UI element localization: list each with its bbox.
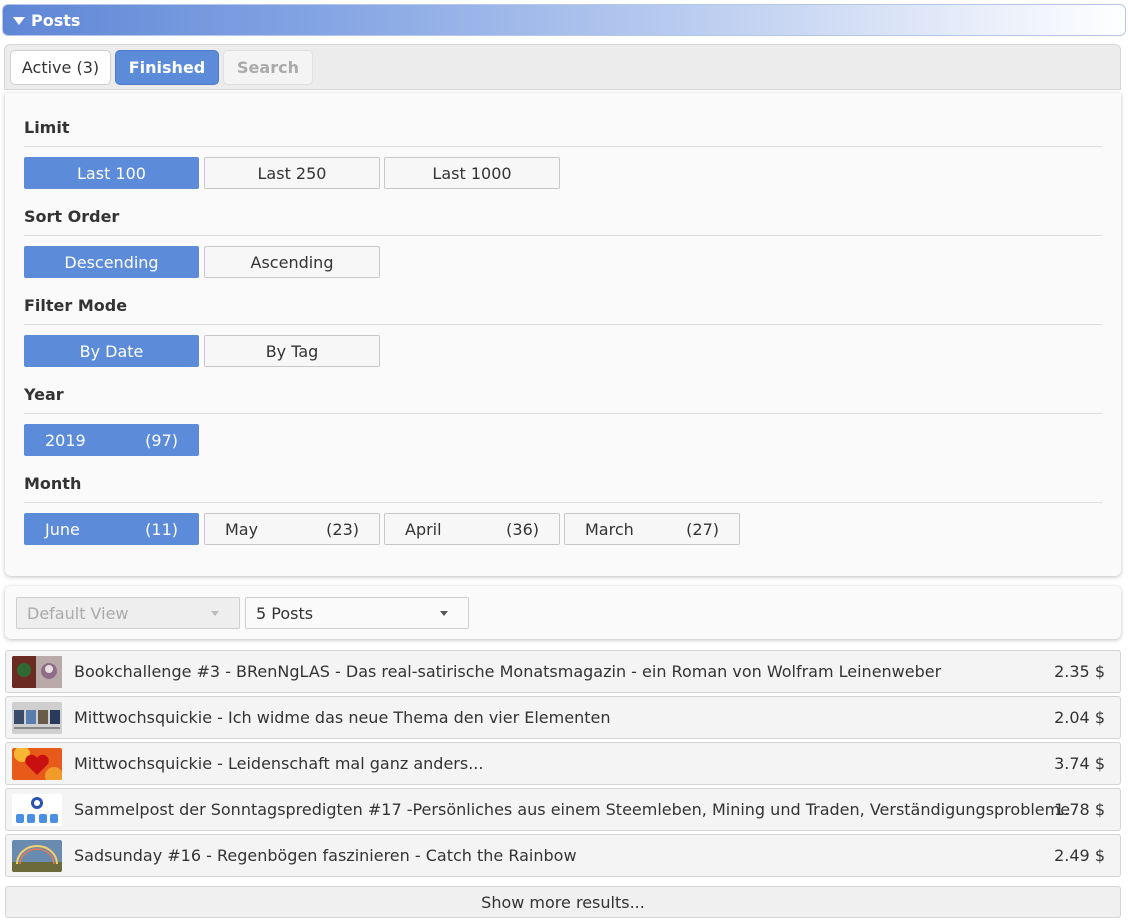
post-title[interactable]: Sadsunday #16 - Regenbögen faszinieren -… <box>74 846 577 865</box>
month-june-button[interactable]: June (11) <box>24 513 199 545</box>
post-count-select[interactable]: 5 Posts <box>245 597 469 629</box>
tab-active[interactable]: Active (3) <box>10 50 111 85</box>
month-april-button[interactable]: April (36) <box>384 513 560 545</box>
post-title[interactable]: Sammelpost der Sonntagspredigten #17 -Pe… <box>74 800 1070 819</box>
limit-label: Limit <box>24 118 70 137</box>
month-may-button[interactable]: May (23) <box>204 513 380 545</box>
divider <box>24 146 1102 147</box>
dropdown-caret-icon <box>440 611 448 616</box>
tab-search[interactable]: Search <box>223 50 313 85</box>
year-count: (97) <box>145 430 178 450</box>
post-thumbnail <box>12 794 62 826</box>
sort-ascending-button[interactable]: Ascending <box>204 246 380 278</box>
posts-section-header[interactable]: Posts <box>2 4 1126 36</box>
month-count: (36) <box>506 519 539 539</box>
view-select-value: Default View <box>27 603 129 623</box>
month-label: Month <box>24 474 82 493</box>
month-count: (23) <box>326 519 359 539</box>
sort-order-label: Sort Order <box>24 207 120 226</box>
month-name: March <box>585 519 634 539</box>
year-name: 2019 <box>45 430 86 450</box>
filter-panel: Limit Last 100 Last 250 Last 1000 Sort O… <box>5 93 1121 576</box>
collapse-triangle-icon <box>13 17 25 25</box>
limit-last-1000-button[interactable]: Last 1000 <box>384 157 560 189</box>
limit-last-250-button[interactable]: Last 250 <box>204 157 380 189</box>
post-row[interactable]: Sammelpost der Sonntagspredigten #17 -Pe… <box>5 788 1121 831</box>
filter-by-date-button[interactable]: By Date <box>24 335 199 367</box>
post-row[interactable]: Bookchallenge #3 - BRenNgLAS - Das real-… <box>5 650 1121 693</box>
post-count-value: 5 Posts <box>256 603 314 623</box>
post-thumbnail <box>12 656 62 688</box>
limit-last-100-button[interactable]: Last 100 <box>24 157 199 189</box>
month-name: June <box>45 519 80 539</box>
post-value: 1.78 $ <box>1054 800 1105 819</box>
post-thumbnail <box>12 748 62 780</box>
post-title[interactable]: Bookchallenge #3 - BRenNgLAS - Das real-… <box>74 662 941 681</box>
month-count: (27) <box>686 519 719 539</box>
view-options-bar: Default View 5 Posts <box>5 586 1121 639</box>
month-name: April <box>405 519 442 539</box>
post-value: 2.04 $ <box>1054 708 1105 727</box>
divider <box>24 324 1102 325</box>
post-thumbnail <box>12 840 62 872</box>
post-title[interactable]: Mittwochsquickie - Ich widme das neue Th… <box>74 708 610 727</box>
dropdown-caret-icon <box>211 611 219 616</box>
post-row[interactable]: Sadsunday #16 - Regenbögen faszinieren -… <box>5 834 1121 877</box>
filter-mode-label: Filter Mode <box>24 296 128 315</box>
post-row[interactable]: Mittwochsquickie - Ich widme das neue Th… <box>5 696 1121 739</box>
divider <box>24 502 1102 503</box>
post-value: 3.74 $ <box>1054 754 1105 773</box>
show-more-button[interactable]: Show more results... <box>5 886 1121 918</box>
month-march-button[interactable]: March (27) <box>564 513 740 545</box>
divider <box>24 413 1102 414</box>
post-value: 2.35 $ <box>1054 662 1105 681</box>
year-label: Year <box>24 385 64 404</box>
view-select: Default View <box>16 597 240 629</box>
month-count: (11) <box>145 519 178 539</box>
month-name: May <box>225 519 259 539</box>
post-title[interactable]: Mittwochsquickie - Leidenschaft mal ganz… <box>74 754 483 773</box>
post-thumbnail <box>12 702 62 734</box>
post-value: 2.49 $ <box>1054 846 1105 865</box>
tab-finished[interactable]: Finished <box>115 50 219 85</box>
year-2019-button[interactable]: 2019 (97) <box>24 424 199 456</box>
sort-descending-button[interactable]: Descending <box>24 246 199 278</box>
section-title: Posts <box>31 10 81 30</box>
filter-by-tag-button[interactable]: By Tag <box>204 335 380 367</box>
divider <box>24 235 1102 236</box>
post-row[interactable]: Mittwochsquickie - Leidenschaft mal ganz… <box>5 742 1121 785</box>
tab-bar: Active (3) Finished Search <box>4 44 1121 90</box>
